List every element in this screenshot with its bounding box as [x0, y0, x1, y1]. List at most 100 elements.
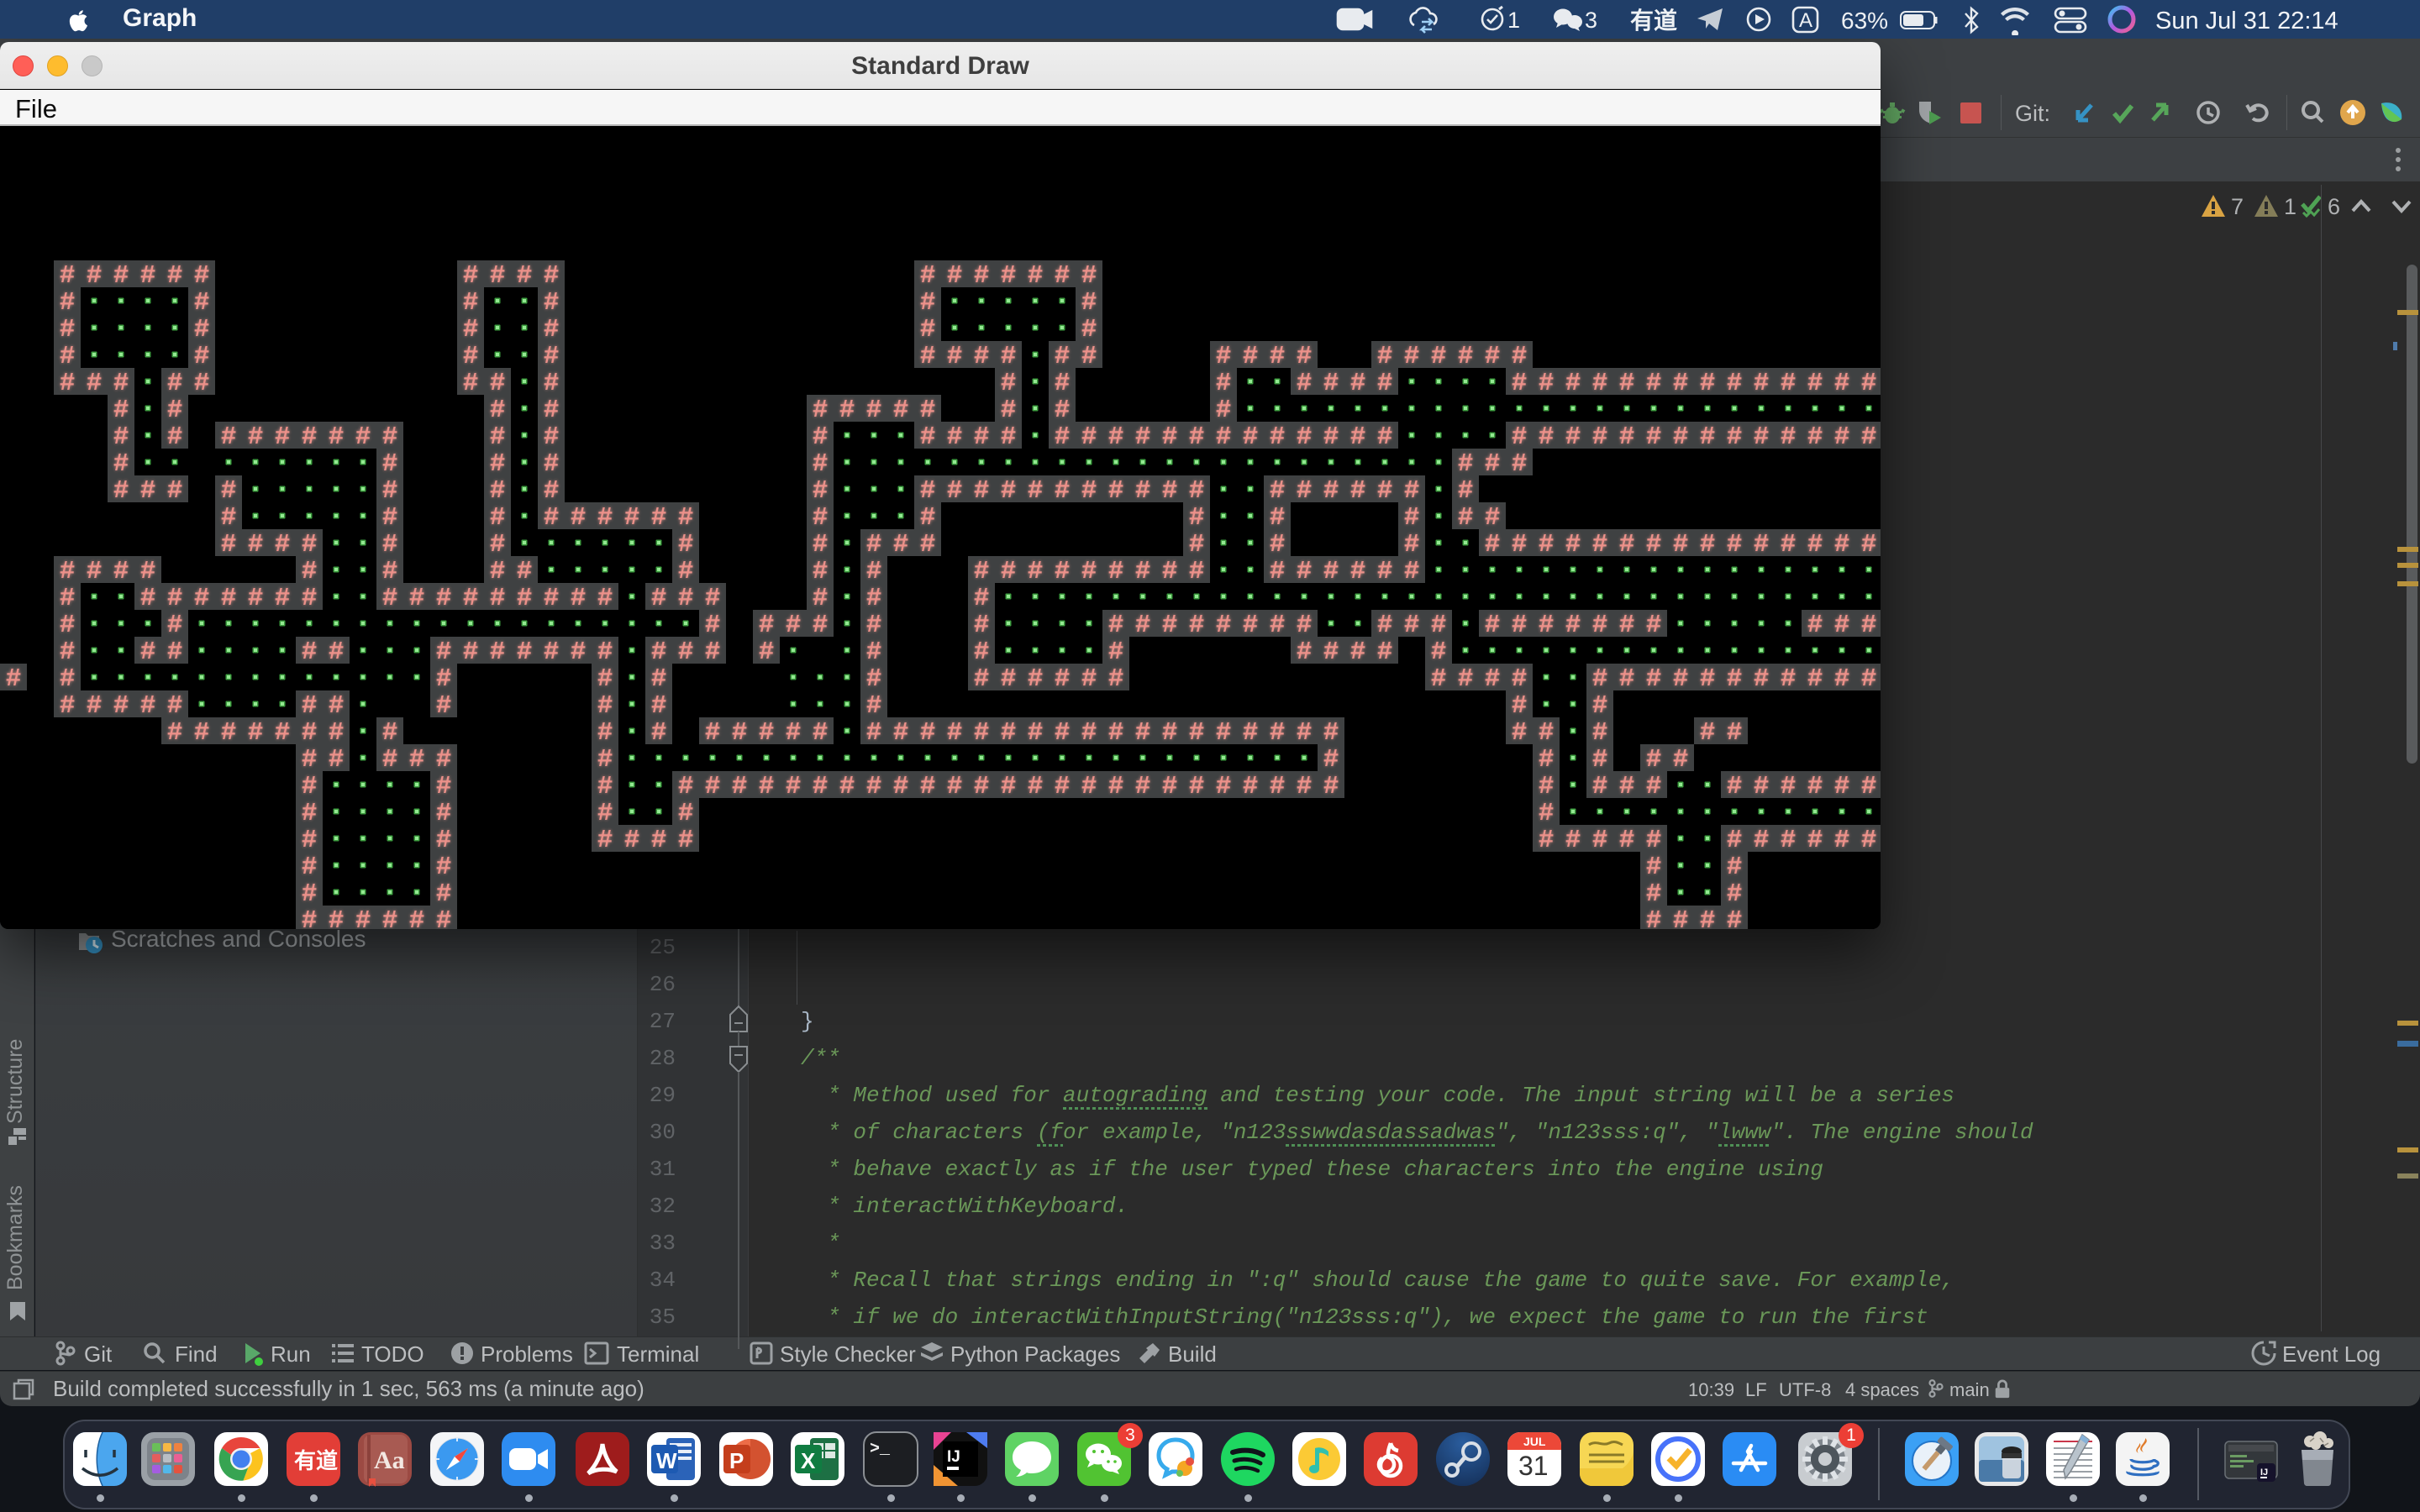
- svg-text:#: #: [409, 906, 425, 929]
- svg-text:#: #: [1861, 664, 1877, 694]
- svg-text:#: #: [786, 611, 802, 640]
- svg-text:#: #: [436, 772, 452, 801]
- svg-text:#: #: [1001, 342, 1017, 371]
- svg-text:#: #: [920, 718, 936, 748]
- svg-text:#: #: [1565, 826, 1581, 855]
- svg-text:#: #: [1028, 261, 1044, 291]
- svg-text:#: #: [597, 745, 613, 774]
- svg-text:#: #: [1619, 369, 1635, 398]
- svg-text:1: 1: [1507, 8, 1520, 33]
- svg-text:#: #: [329, 906, 345, 929]
- svg-text:#: #: [1377, 369, 1393, 398]
- svg-text:#: #: [194, 342, 210, 371]
- svg-text:#: #: [1001, 261, 1017, 291]
- svg-text:#: #: [759, 611, 775, 640]
- svg-text:#: #: [194, 369, 210, 398]
- svg-text:#: #: [1781, 664, 1797, 694]
- svg-text:#: #: [1539, 745, 1555, 774]
- svg-text:#: #: [1270, 342, 1286, 371]
- svg-text:#: #: [1592, 423, 1608, 452]
- svg-text:#: #: [974, 611, 990, 640]
- svg-text:#: #: [1189, 772, 1205, 801]
- svg-text:#: #: [1350, 423, 1366, 452]
- svg-text:#: #: [1377, 638, 1393, 667]
- svg-text:#: #: [1135, 772, 1151, 801]
- svg-text:#: #: [1135, 611, 1151, 640]
- svg-text:#: #: [813, 772, 829, 801]
- svg-text:#: #: [1162, 718, 1178, 748]
- svg-text:#: #: [1270, 718, 1286, 748]
- svg-text:#: #: [60, 342, 76, 371]
- svg-text:#: #: [382, 503, 398, 533]
- svg-text:#: #: [1162, 611, 1178, 640]
- svg-text:#: #: [813, 449, 829, 479]
- svg-text:#: #: [920, 423, 936, 452]
- svg-text:#: #: [1834, 530, 1850, 559]
- svg-text:#: #: [1781, 369, 1797, 398]
- svg-text:#: #: [113, 476, 129, 506]
- svg-text:#: #: [813, 476, 829, 506]
- svg-text:#: #: [1055, 423, 1071, 452]
- svg-text:#: #: [1458, 664, 1474, 694]
- svg-text:#: #: [1754, 664, 1770, 694]
- svg-text:#: #: [1001, 664, 1017, 694]
- svg-text:#: #: [167, 691, 183, 721]
- svg-text:#: #: [194, 315, 210, 344]
- svg-text:#: #: [329, 718, 345, 748]
- svg-text:#: #: [1404, 530, 1420, 559]
- svg-text:#: #: [1081, 423, 1097, 452]
- svg-text:#: #: [1108, 423, 1124, 452]
- svg-text:#: #: [436, 879, 452, 909]
- svg-text:#: #: [1727, 853, 1743, 882]
- svg-text:#: #: [1619, 423, 1635, 452]
- svg-text:#: #: [1834, 611, 1850, 640]
- svg-text:#: #: [1673, 530, 1689, 559]
- svg-text:#: #: [1270, 772, 1286, 801]
- svg-text:#: #: [597, 772, 613, 801]
- svg-text:#: #: [329, 423, 345, 452]
- svg-text:#: #: [1350, 476, 1366, 506]
- svg-text:#: #: [920, 530, 936, 559]
- svg-text:#: #: [1081, 315, 1097, 344]
- svg-text:#: #: [167, 423, 183, 452]
- svg-text:#: #: [1861, 826, 1877, 855]
- svg-text:#: #: [866, 530, 882, 559]
- svg-text:#: #: [1189, 557, 1205, 586]
- svg-text:#: #: [1512, 449, 1528, 479]
- svg-text:#: #: [140, 584, 156, 613]
- svg-text:#: #: [839, 772, 855, 801]
- svg-text:#: #: [1297, 342, 1313, 371]
- svg-text:#: #: [302, 906, 318, 929]
- svg-text:#: #: [382, 449, 398, 479]
- svg-text:#: #: [1512, 342, 1528, 371]
- svg-text:#: #: [436, 584, 452, 613]
- svg-text:#: #: [302, 718, 318, 748]
- svg-text:#: #: [1485, 503, 1501, 533]
- svg-text:#: #: [275, 718, 291, 748]
- svg-text:#: #: [113, 423, 129, 452]
- svg-text:#: #: [732, 718, 748, 748]
- svg-text:#: #: [1297, 476, 1313, 506]
- svg-text:#: #: [1592, 772, 1608, 801]
- svg-text:#: #: [1323, 745, 1339, 774]
- svg-text:#: #: [87, 261, 103, 291]
- svg-text:#: #: [6, 664, 22, 694]
- svg-text:X: X: [801, 1448, 816, 1473]
- svg-text:#: #: [1001, 718, 1017, 748]
- svg-text:W: W: [656, 1448, 677, 1473]
- svg-text:#: #: [866, 584, 882, 613]
- svg-text:#: #: [1377, 611, 1393, 640]
- svg-text:#: #: [60, 611, 76, 640]
- svg-text:#: #: [1243, 718, 1259, 748]
- svg-text:#: #: [974, 718, 990, 748]
- svg-text:#: #: [1646, 530, 1662, 559]
- svg-text:#: #: [1323, 476, 1339, 506]
- svg-text:#: #: [167, 396, 183, 425]
- svg-text:#: #: [1807, 423, 1823, 452]
- svg-text:#: #: [1001, 423, 1017, 452]
- svg-text:#: #: [60, 638, 76, 667]
- svg-text:#: #: [1754, 826, 1770, 855]
- svg-text:#: #: [382, 423, 398, 452]
- svg-text:#: #: [920, 342, 936, 371]
- svg-text:#: #: [517, 557, 533, 586]
